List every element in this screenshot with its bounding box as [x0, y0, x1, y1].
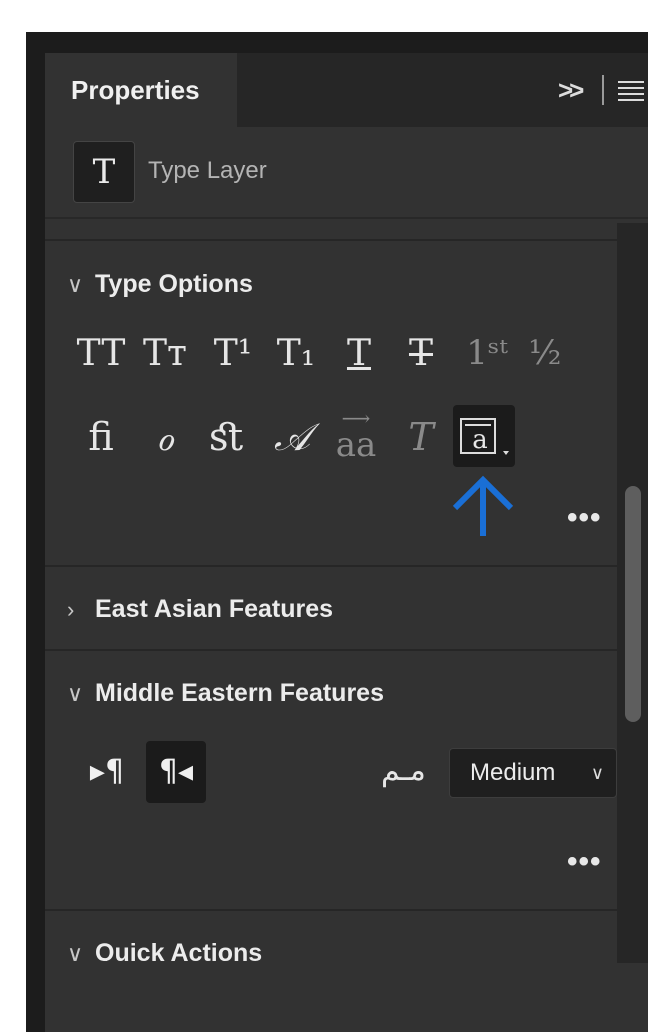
- swash-icon[interactable]: 𝒜: [267, 415, 317, 460]
- clip-mask: [45, 961, 617, 1032]
- layer-type-label: Type Layer: [148, 157, 267, 184]
- section-header-east-asian[interactable]: › East Asian Features: [67, 595, 333, 624]
- collapse-panel-icon[interactable]: >>: [558, 75, 584, 106]
- titling-alternates-icon[interactable]: T: [401, 415, 441, 459]
- annotation-arrow-icon: [452, 475, 514, 536]
- layer-info-row: T Type Layer: [45, 127, 648, 219]
- stylistic-alternates-label: aa: [335, 425, 377, 465]
- small-caps-icon[interactable]: Tт: [140, 333, 190, 374]
- subscript-icon[interactable]: T₁: [274, 333, 318, 374]
- chevron-down-icon: ∨: [590, 763, 604, 783]
- more-options-button[interactable]: •••: [567, 501, 602, 535]
- divider: [45, 565, 648, 567]
- tab-properties[interactable]: Properties: [45, 53, 237, 127]
- standard-ligatures-icon[interactable]: ﬁ: [79, 415, 123, 459]
- justification-alternates-label: a: [472, 425, 488, 455]
- scrollbar-thumb[interactable]: [625, 486, 641, 722]
- fractions-icon[interactable]: ½: [521, 333, 569, 373]
- section-title: East Asian Features: [95, 595, 334, 623]
- all-caps-icon[interactable]: TT: [73, 333, 129, 374]
- ordinals-icon[interactable]: 1ˢᵗ: [457, 333, 517, 373]
- section-header-type-options[interactable]: ∨ Type Options: [67, 270, 253, 299]
- section-header-middle-eastern[interactable]: ∨ Middle Eastern Features: [67, 679, 384, 708]
- divider: [45, 239, 648, 241]
- panel-menu-icon[interactable]: [618, 81, 644, 105]
- strikethrough-icon[interactable]: T: [401, 333, 441, 374]
- more-options-button[interactable]: •••: [567, 845, 602, 879]
- underline-icon[interactable]: T: [339, 333, 379, 374]
- arrow-right-icon: ⟶: [341, 406, 371, 430]
- contextual-alternates-icon[interactable]: ℴ: [143, 415, 187, 459]
- properties-panel: Properties >> T Type Layer ∨ Type Options…: [45, 53, 648, 1032]
- divider: [45, 649, 648, 651]
- kashida-icon: مـم: [381, 753, 426, 788]
- kashida-select[interactable]: Medium ∨: [449, 748, 617, 798]
- discretionary-ligatures-icon[interactable]: ﬆ: [205, 415, 249, 459]
- chevron-down-icon: ∨: [67, 681, 84, 706]
- left-to-right-button[interactable]: ▸¶: [77, 741, 137, 803]
- right-to-left-button[interactable]: ¶◂: [146, 741, 206, 803]
- chevron-down-icon: ∨: [67, 272, 84, 297]
- panel-tabbar: Properties >>: [45, 53, 648, 127]
- superscript-icon[interactable]: T¹: [211, 333, 255, 374]
- justification-alternates-button[interactable]: a: [453, 405, 515, 467]
- kashida-value: Medium: [470, 759, 556, 786]
- panel-controls: >>: [538, 53, 648, 127]
- divider: [45, 909, 648, 911]
- divider: [602, 75, 604, 105]
- type-layer-icon: T: [73, 141, 135, 203]
- stylistic-alternates-icon[interactable]: ⟶ aa: [331, 406, 381, 465]
- section-title: Type Options: [95, 270, 253, 298]
- section-title: Middle Eastern Features: [95, 679, 384, 707]
- chevron-right-icon: ›: [67, 597, 75, 622]
